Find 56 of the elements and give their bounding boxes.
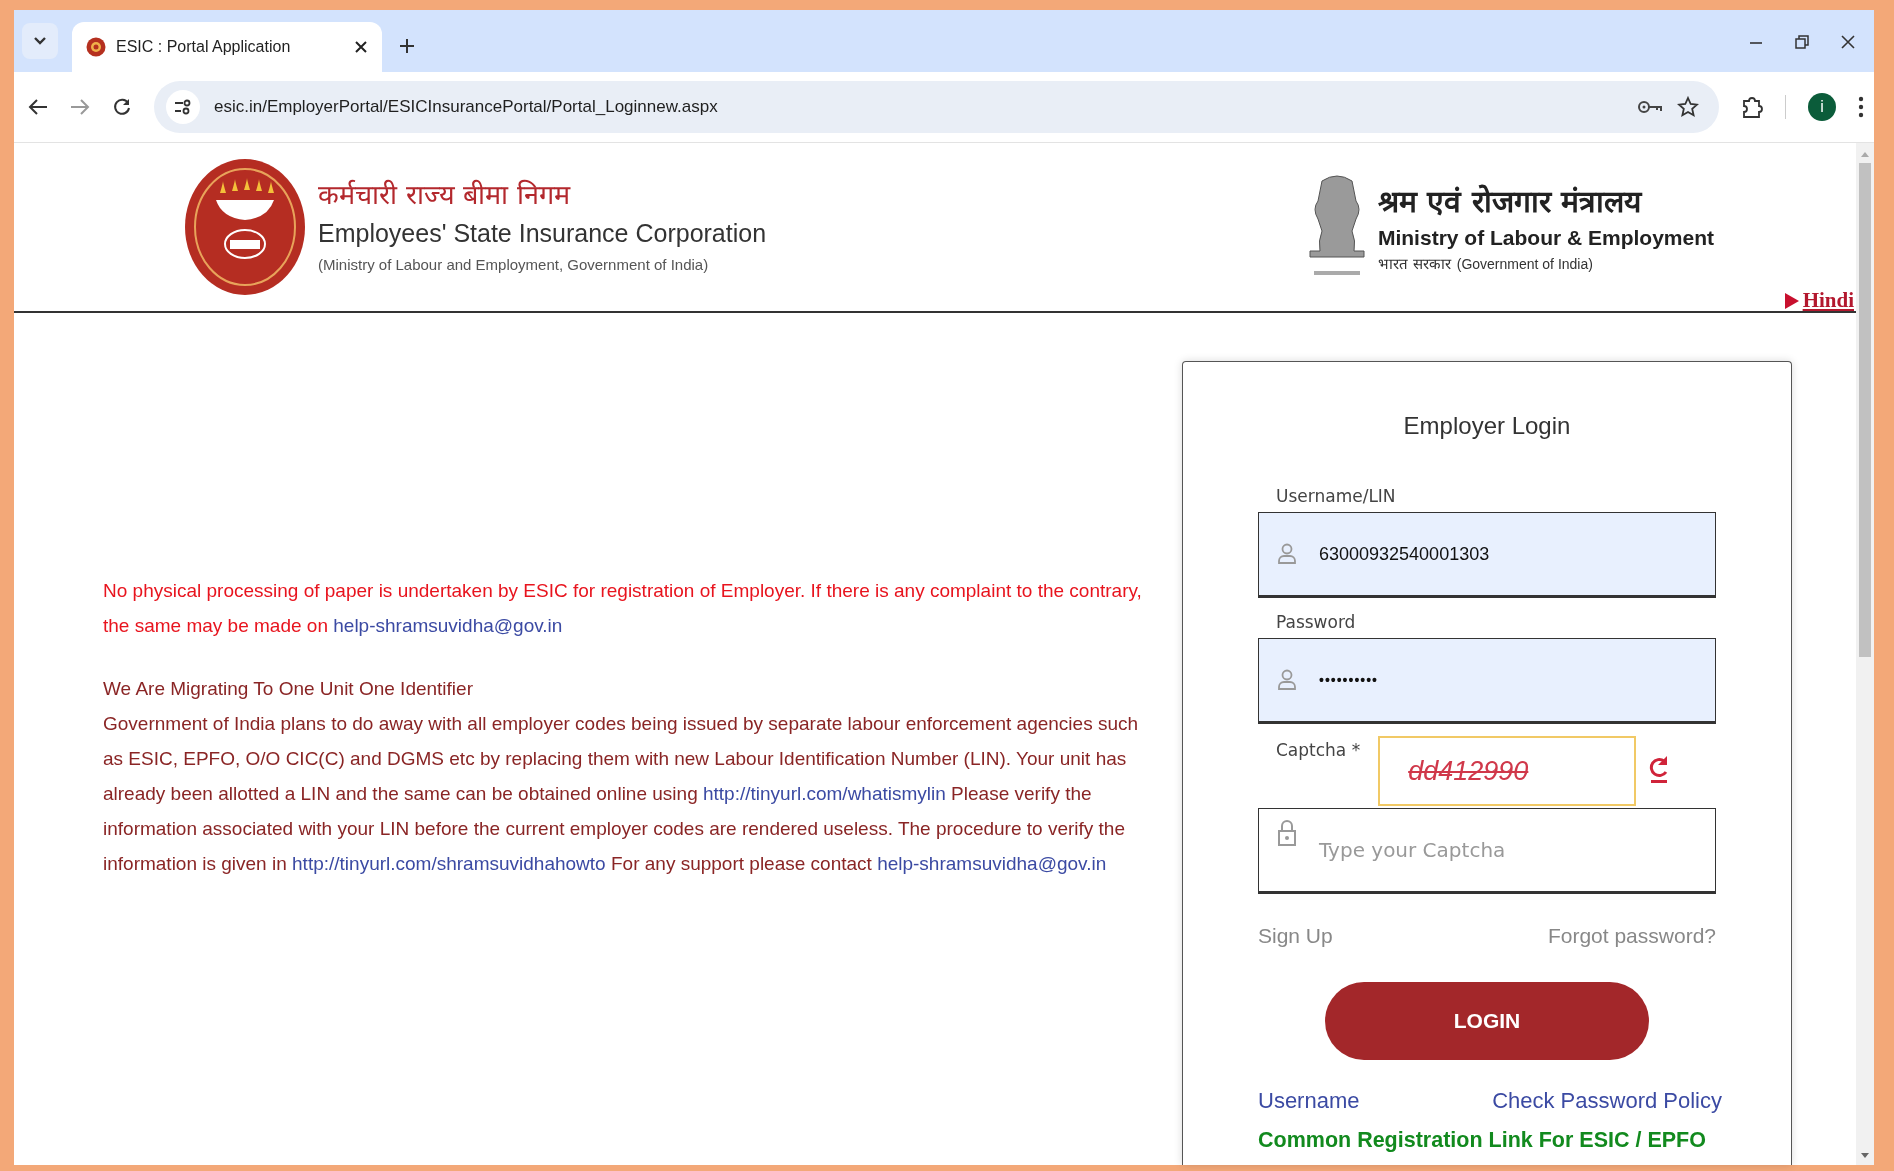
field-value: •••••••••• [1319,672,1378,688]
field-label: Captcha * [1276,739,1361,762]
password-field[interactable]: •••••••••• [1258,638,1716,724]
ministry-name: Ministry of Labour & Employment [1377,225,1714,251]
lock-icon [1277,819,1297,847]
sign-up-link[interactable]: Sign Up [1258,924,1333,948]
forgot-password-link[interactable]: Forgot password? [1547,924,1716,948]
forward-arrow-icon[interactable] [70,98,90,116]
browser-tab[interactable]: ESIC : Portal Application [72,22,382,72]
site-info-icon[interactable] [166,90,200,124]
captcha-image: dd412990 [1378,736,1637,806]
registration-link[interactable]: Common Registration Link For ESIC / EPFO [1258,1128,1716,1153]
more-options-icon[interactable] [1858,96,1864,118]
field-value: 63000932540001303 [1319,543,1490,565]
scrollbar-thumb[interactable] [1859,163,1871,657]
tab-list-button[interactable] [22,23,58,59]
chevron-down-icon [33,36,47,46]
tab-title: ESIC : Portal Application [116,38,292,56]
organization-subtitle: (Ministry of Labour and Employment, Government of India) [318,255,710,275]
plus-icon[interactable] [398,37,416,55]
person-icon [1277,669,1297,691]
profile-avatar[interactable]: i [1808,93,1836,121]
notice-text: No physical processing of paper is undertaken by ESIC for registration of Employer. If there is any complaint to the contrary, the same may be made on help-shramsuvidha@gov.in [103,579,1143,638]
organization-name: Employees' State Insurance Corporation [318,218,767,249]
government-hindi-label: भारत सरकार [1377,254,1451,273]
username-link[interactable]: Username [1258,1088,1360,1114]
key-icon[interactable] [1637,99,1663,115]
notice-paragraph: Government of India plans to do away with all employer codes being issued by separate labour enforcement agencies such as ESIC, EPFO, O/O CIC(C) and DGMS etc by replacing them with new Labour Identification Number (LIN). Your unit has already been allotted a LIN and the same can be obtained online using http://tinyurl.com/whatismylin Please verify the information associated with your LIN before the current employer codes are rendered useless. The procedure to verify the information is given in http://tinyurl.com/shramsuvidhahowto For any support please contact help-shramsuvidha@gov.in [103,712,1140,876]
login-title: Employer Login [1402,412,1572,440]
url-text: esic.in/EmployerPortal/ESICInsurancePortal/Portal_Loginnew.aspx [214,97,719,117]
star-icon[interactable] [1677,96,1699,118]
field-label: Password [1276,611,1357,634]
organization-hindi-name: कर्मचारी राज्य बीमा निगम [318,178,572,212]
address-bar[interactable]: esic.in/EmployerPortal/ESICInsurancePortal/Portal_Loginnew.aspx [154,81,1719,133]
close-icon[interactable] [1840,34,1856,50]
language-link[interactable]: Hindi [1783,288,1854,313]
favicon-icon [86,37,106,57]
puzzle-icon[interactable] [1741,95,1763,119]
triangle-icon [1783,291,1800,310]
restore-icon[interactable] [1794,34,1810,50]
close-icon[interactable] [354,40,368,54]
government-label: (Government of India) [1456,256,1593,272]
person-icon [1277,543,1297,565]
captcha-placeholder: Type your Captcha [1319,838,1506,862]
email-link[interactable]: help-shramsuvidha@gov.in [877,853,1107,874]
username-field[interactable]: 63000932540001303 [1258,512,1716,598]
password-policy-link[interactable]: Check Password Policy [1492,1088,1722,1114]
back-arrow-icon[interactable] [28,98,48,116]
login-button[interactable]: LOGIN [1325,982,1649,1060]
notice-heading: We Are Migrating To One Unit One Identifier [103,677,474,701]
url-link[interactable]: http://tinyurl.com/shramsuvidhahowto [292,853,606,874]
reload-icon[interactable] [112,97,132,117]
email-link[interactable]: help-shramsuvidha@gov.in [333,615,563,636]
field-label: Username/LIN [1276,485,1397,508]
ministry-hindi-name: श्रम एवं रोजगार मंत्रालय [1377,183,1644,221]
url-link[interactable]: http://tinyurl.com/whatismylin [703,783,946,804]
